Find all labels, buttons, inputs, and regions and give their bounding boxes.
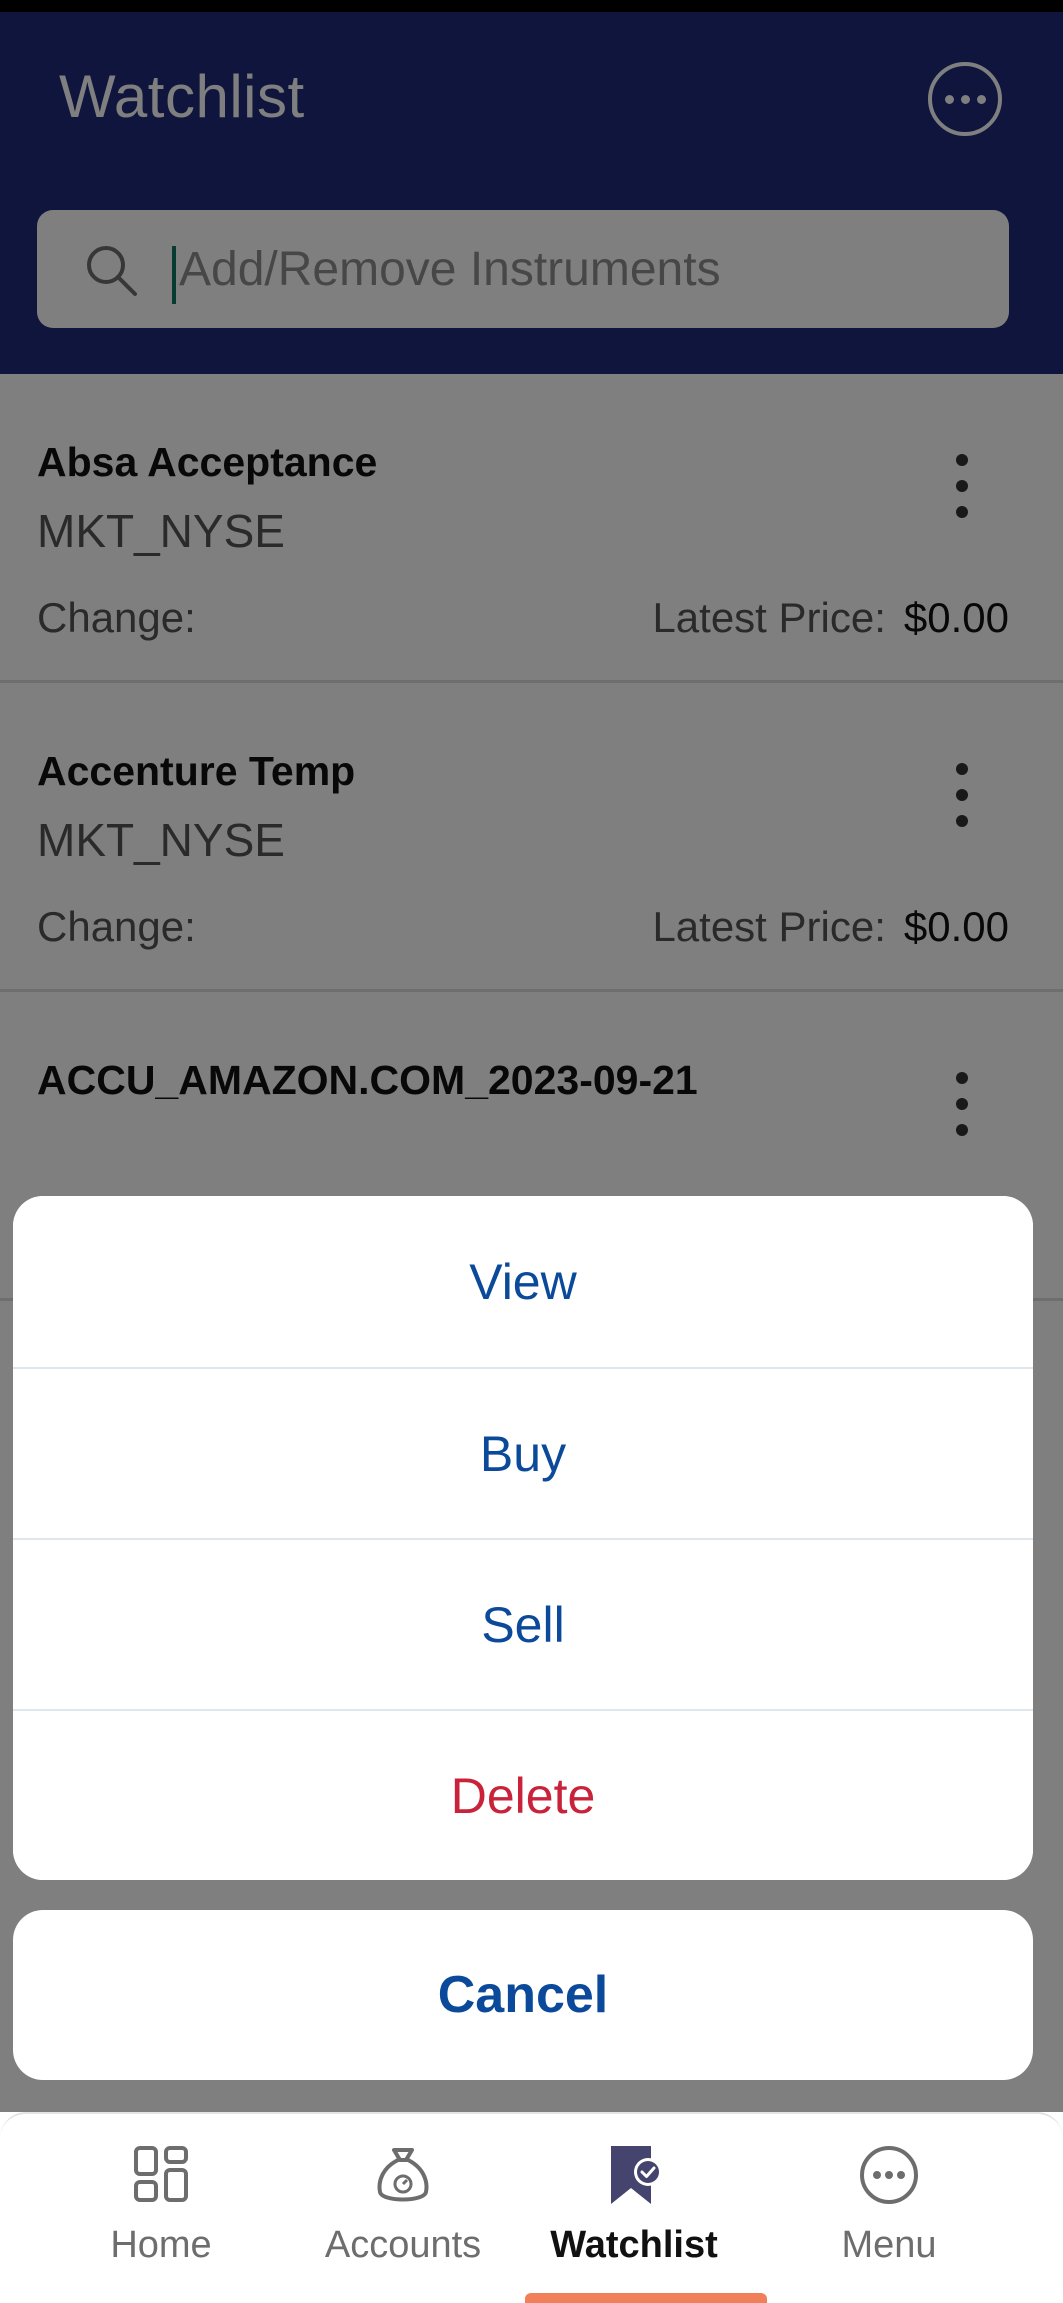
more-circle-icon [860, 2146, 918, 2204]
money-bag-icon [377, 2148, 429, 2202]
nav-item-watchlist[interactable]: Watchlist [519, 2114, 749, 2303]
nav-item-menu[interactable]: Menu [774, 2114, 1004, 2303]
nav-label-accounts: Accounts [324, 2224, 482, 2266]
cancel-button[interactable]: Cancel [13, 1910, 1033, 2080]
nav-item-accounts[interactable]: Accounts [288, 2114, 518, 2303]
nav-item-home[interactable]: Home [46, 2114, 276, 2303]
active-tab-indicator [525, 2293, 767, 2303]
buy-button[interactable]: Buy [13, 1367, 1033, 1538]
nav-label-menu: Menu [841, 2224, 937, 2266]
nav-label-watchlist: Watchlist [550, 2224, 718, 2266]
sell-button[interactable]: Sell [13, 1538, 1033, 1709]
home-grid-icon [134, 2146, 188, 2202]
action-sheet: View Buy Sell Delete [13, 1196, 1033, 1880]
nav-label-home: Home [110, 2224, 212, 2266]
view-button[interactable]: View [13, 1196, 1033, 1367]
bookmark-check-icon [611, 2146, 662, 2204]
delete-button[interactable]: Delete [13, 1709, 1033, 1880]
bottom-nav: Home Accounts Watchlist Menu [0, 2112, 1063, 2303]
